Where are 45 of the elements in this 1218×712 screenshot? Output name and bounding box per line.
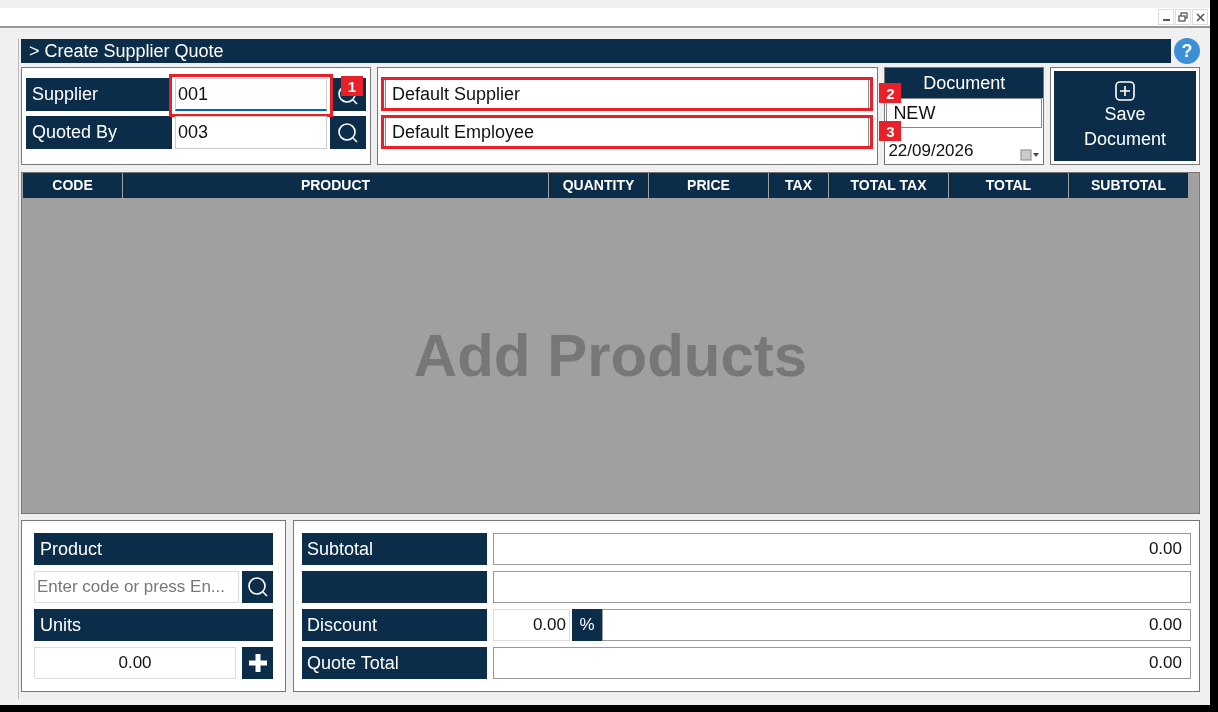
close-button[interactable] xyxy=(1192,9,1208,25)
search-button[interactable] xyxy=(330,116,366,149)
column-header: PRODUCT xyxy=(123,173,549,198)
save-document-button[interactable]: Save Document xyxy=(1054,71,1196,161)
percent-label: % xyxy=(572,609,602,641)
column-header: TAX xyxy=(769,173,829,198)
code-field[interactable]: 001 xyxy=(175,78,327,111)
column-header: CODE xyxy=(23,173,123,198)
total-label: Discount xyxy=(302,609,487,641)
units-label: Units xyxy=(34,609,273,641)
search-icon xyxy=(246,576,269,598)
discount-rate-field[interactable]: 0.00 xyxy=(493,609,570,641)
document-number-field[interactable]: NEW xyxy=(886,98,1043,128)
total-field: 0.00 xyxy=(493,533,1191,565)
callout-number: 3 xyxy=(879,121,902,141)
product-search-button[interactable] xyxy=(242,571,273,603)
total-label: Quote Total xyxy=(302,647,487,679)
code-field[interactable]: 003 xyxy=(175,116,327,149)
page-title: > Create Supplier Quote xyxy=(21,39,1171,63)
product-search-field[interactable]: Enter code or press En... xyxy=(34,571,239,603)
calendar-dropdown-icon[interactable] xyxy=(1020,149,1041,161)
column-header: PRICE xyxy=(649,173,769,198)
product-label: Product xyxy=(34,533,273,565)
plus-square-icon xyxy=(1114,80,1137,102)
plus-icon xyxy=(246,652,269,674)
callout-number: 2 xyxy=(879,83,902,103)
units-field[interactable]: 0.00 xyxy=(34,647,236,679)
total-field: 0.00 xyxy=(493,647,1191,679)
close-icon xyxy=(1195,12,1205,22)
total-field: 0.00 xyxy=(602,609,1191,641)
add-button[interactable] xyxy=(242,647,273,679)
restore-button[interactable] xyxy=(1175,9,1191,25)
column-header: TOTAL TAX xyxy=(829,173,949,198)
minimize-icon xyxy=(1162,19,1170,21)
total-label: Subtotal xyxy=(302,533,487,565)
callout-number: 1 xyxy=(341,76,363,96)
date-field[interactable]: 22/09/2026 xyxy=(888,141,974,161)
minimize-button[interactable] xyxy=(1158,9,1174,25)
column-header: SUBTOTAL xyxy=(1069,173,1189,198)
search-icon xyxy=(337,121,359,144)
field-label: Supplier xyxy=(26,78,172,111)
column-header: TOTAL xyxy=(949,173,1069,198)
field-label: Quoted By xyxy=(26,116,172,149)
restore-icon xyxy=(1178,12,1188,22)
column-header: QUANTITY xyxy=(549,173,649,198)
